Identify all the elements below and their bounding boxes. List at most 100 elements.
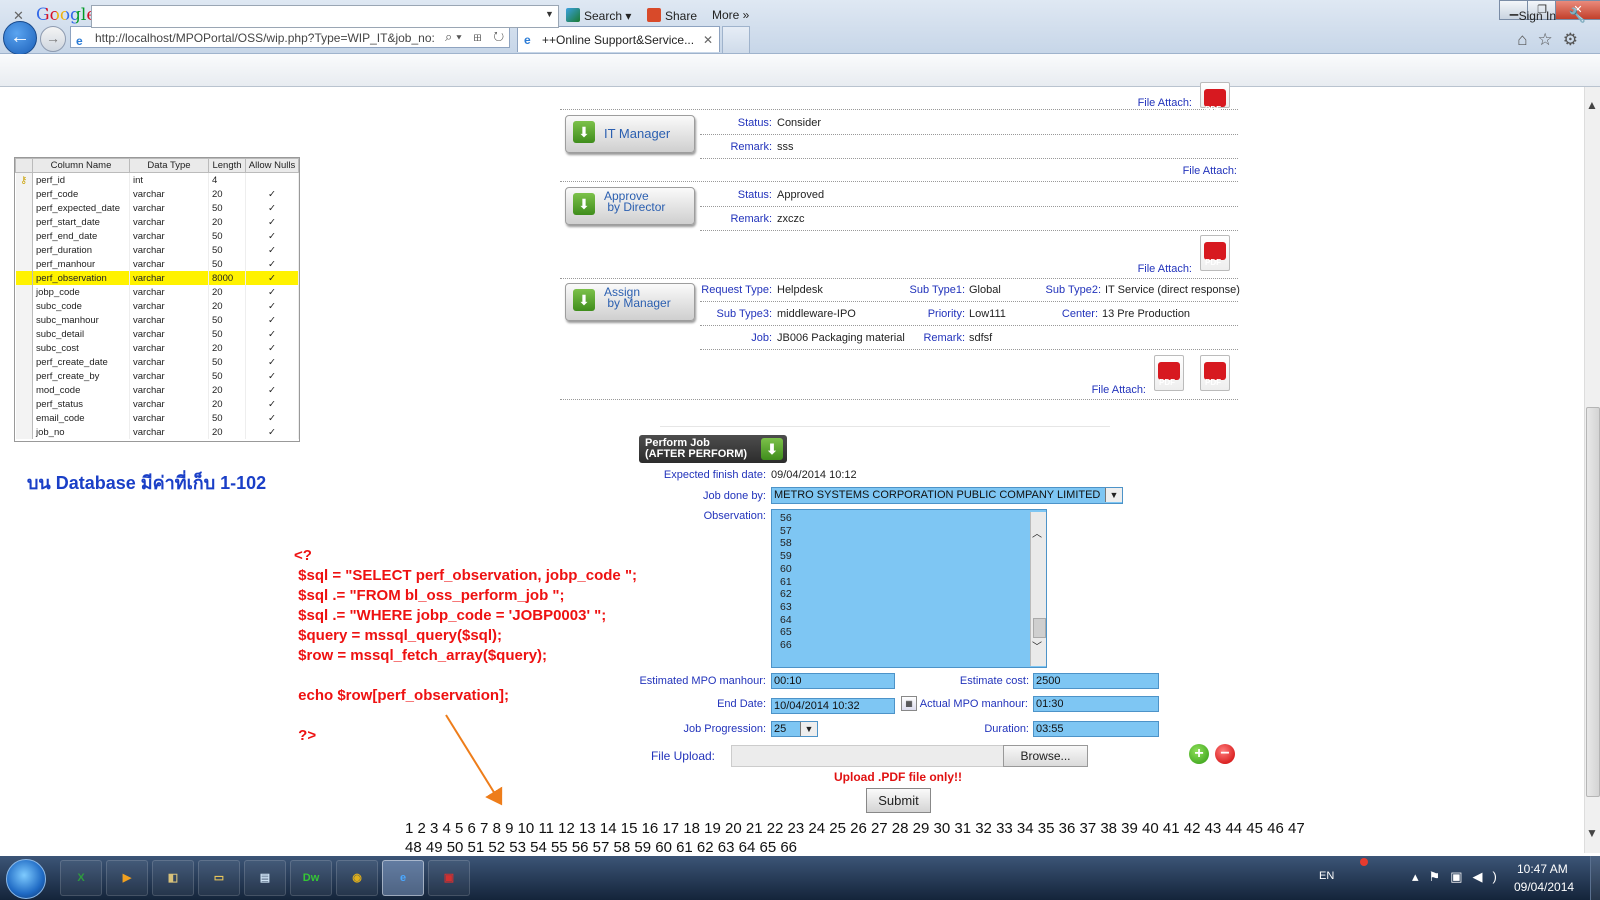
stage-label: Perform Job (AFTER PERFORM)	[645, 437, 748, 460]
code-line: echo $row[perf_observation];	[294, 687, 510, 704]
job-progression-select[interactable]: 25 ▼	[771, 721, 818, 737]
divider	[560, 109, 1238, 110]
show-desktop-button[interactable]	[1590, 856, 1600, 900]
more-button[interactable]: More »	[712, 8, 749, 22]
subtype3-value: middleware-IPO	[777, 308, 856, 320]
forward-button[interactable]: →	[40, 26, 66, 52]
file-attach-label: File Attach:	[1137, 97, 1192, 109]
excel-icon[interactable]: X	[60, 860, 102, 896]
calendar-icon[interactable]: ▦	[901, 696, 917, 711]
download-arrow-icon: ⬇	[573, 193, 595, 215]
address-bar[interactable]: e http://localhost/MPOPortal/OSS/wip.php…	[70, 26, 510, 48]
pdf-file-icon[interactable]: PDF	[1200, 82, 1230, 114]
clock-time[interactable]: 10:47 AM	[1517, 862, 1568, 876]
app-icon[interactable]: ▣	[428, 860, 470, 896]
pdf-file-icon[interactable]: PDF	[1200, 235, 1230, 271]
volume-icon[interactable]: ◀)	[1472, 869, 1506, 884]
divider	[700, 301, 1238, 302]
tab-close-icon[interactable]: ✕	[703, 27, 713, 53]
data-type-header: Data Type	[129, 158, 209, 173]
db-cell-type: varchar	[129, 313, 209, 327]
it-manager-stage-button[interactable]: ⬇ IT Manager	[565, 115, 695, 153]
tab-active[interactable]: e ++Online Support&Service... ✕	[517, 26, 720, 52]
clock-date[interactable]: 09/04/2014	[1514, 880, 1574, 894]
new-tab-button[interactable]	[722, 26, 750, 54]
db-cell-name: perf_start_date	[32, 215, 130, 229]
start-button[interactable]	[6, 859, 46, 899]
media-player-icon[interactable]: ▶	[106, 860, 148, 896]
duration-input[interactable]: 03:55	[1033, 721, 1159, 737]
browser-icons[interactable]: ⌂☆⚙	[1517, 30, 1588, 50]
tray-expand-icon[interactable]: ▴	[1412, 869, 1429, 884]
gear-icon[interactable]: ⚙	[1563, 30, 1588, 49]
chrome-icon[interactable]: ◉	[336, 860, 378, 896]
chevron-up-icon[interactable]: ︿	[1032, 525, 1042, 540]
network-icon[interactable]: ▣	[1450, 869, 1472, 884]
google-search-input[interactable]	[91, 5, 559, 28]
favorites-star-icon[interactable]: ☆	[1538, 30, 1563, 49]
notification-icon[interactable]	[1360, 858, 1368, 866]
sign-in-link[interactable]: Sign In	[1519, 9, 1556, 23]
browse-button[interactable]: Browse...	[1003, 745, 1088, 767]
observation-line: 64	[780, 613, 792, 626]
toolbar-close-icon[interactable]: ✕	[13, 8, 24, 24]
system-tray[interactable]: ▴⚑▣◀)	[1412, 869, 1507, 885]
table-row: subc_manhour varchar 50 ✓	[15, 313, 299, 327]
divider	[660, 426, 1110, 427]
actual-manhour-label: Actual MPO manhour:	[919, 698, 1028, 710]
code-line: $sql = "SELECT perf_observation, jobp_co…	[294, 567, 638, 584]
dreamweaver-icon[interactable]: Dw	[290, 860, 332, 896]
back-button[interactable]: ←	[3, 21, 37, 55]
observation-scroll-thumb[interactable]	[1033, 618, 1046, 638]
page-scrollbar[interactable]	[1584, 87, 1600, 853]
scroll-down-icon[interactable]: ▼	[1586, 826, 1598, 840]
language-indicator[interactable]: EN	[1319, 870, 1334, 882]
estimate-cost-input[interactable]: 2500	[1033, 673, 1159, 689]
chevron-down-icon: ▼	[800, 722, 817, 736]
scrollbar-thumb[interactable]	[1586, 407, 1600, 797]
download-arrow-icon: ⬇	[573, 289, 595, 311]
db-cell-nulls: ✓	[245, 187, 299, 201]
chevron-down-icon[interactable]: ﹀	[1032, 638, 1042, 653]
approve-by-director-stage-button[interactable]: ⬇ Approve by Director	[565, 187, 695, 225]
db-cell-name: job_no	[32, 425, 130, 439]
actual-manhour-input[interactable]: 01:30	[1033, 696, 1159, 712]
flag-icon[interactable]: ⚑	[1429, 869, 1451, 884]
subtype1-label: Sub Type1:	[909, 284, 965, 296]
db-cell-name: perf_observation	[32, 271, 130, 285]
scroll-up-icon[interactable]: ▲	[1586, 98, 1598, 112]
add-icon[interactable]: +	[1189, 744, 1209, 764]
assign-by-manager-stage-button[interactable]: ⬇ Assign by Manager	[565, 283, 695, 321]
internet-explorer-icon[interactable]: e	[382, 860, 424, 896]
table-row: perf_create_date varchar 50 ✓	[15, 355, 299, 369]
perform-job-stage-button[interactable]: Perform Job (AFTER PERFORM) ⬇	[639, 435, 787, 463]
google-search-button[interactable]: Search ▾	[566, 8, 631, 23]
pdf-file-icon[interactable]: PDF	[1154, 355, 1184, 391]
estimated-manhour-input[interactable]: 00:10	[771, 673, 895, 689]
job-done-by-select[interactable]: METRO SYSTEMS CORPORATION PUBLIC COMPANY…	[771, 487, 1123, 504]
row-selector	[15, 355, 33, 369]
address-tools[interactable]: ⌕▾ ⊞ ↻	[445, 29, 508, 45]
explorer-window-icon[interactable]: ◧	[152, 860, 194, 896]
table-row: perf_start_date varchar 20 ✓	[15, 215, 299, 229]
chevron-down-icon: ▼	[1105, 488, 1122, 502]
file-upload-input[interactable]	[731, 745, 1005, 767]
share-button[interactable]: Share	[647, 8, 697, 23]
folder-icon[interactable]: ▭	[198, 860, 240, 896]
submit-button[interactable]: Submit	[866, 788, 931, 813]
table-row: job_no varchar 20 ✓	[15, 425, 299, 439]
table-row: perf_expected_date varchar 50 ✓	[15, 201, 299, 215]
remove-icon[interactable]: −	[1215, 744, 1235, 764]
it-manager-remark-value: sss	[777, 141, 794, 153]
end-date-input[interactable]: 10/04/2014 10:32	[771, 698, 895, 714]
home-icon[interactable]: ⌂	[1517, 30, 1537, 49]
observation-textarea[interactable]: 56 57 58 59 60 61 62 63 64 65 66	[771, 509, 1047, 668]
code-line: $sql .= "WHERE jobp_code = 'JOBP0003' ";	[294, 607, 607, 624]
search-dropdown-icon[interactable]: ▼	[545, 9, 554, 19]
status-label: Status:	[737, 189, 772, 201]
notepad-icon[interactable]: ▤	[244, 860, 286, 896]
table-row: subc_detail varchar 50 ✓	[15, 327, 299, 341]
wrench-icon[interactable]: 🔧	[1569, 7, 1586, 24]
pdf-file-icon[interactable]: PDF	[1200, 355, 1230, 391]
